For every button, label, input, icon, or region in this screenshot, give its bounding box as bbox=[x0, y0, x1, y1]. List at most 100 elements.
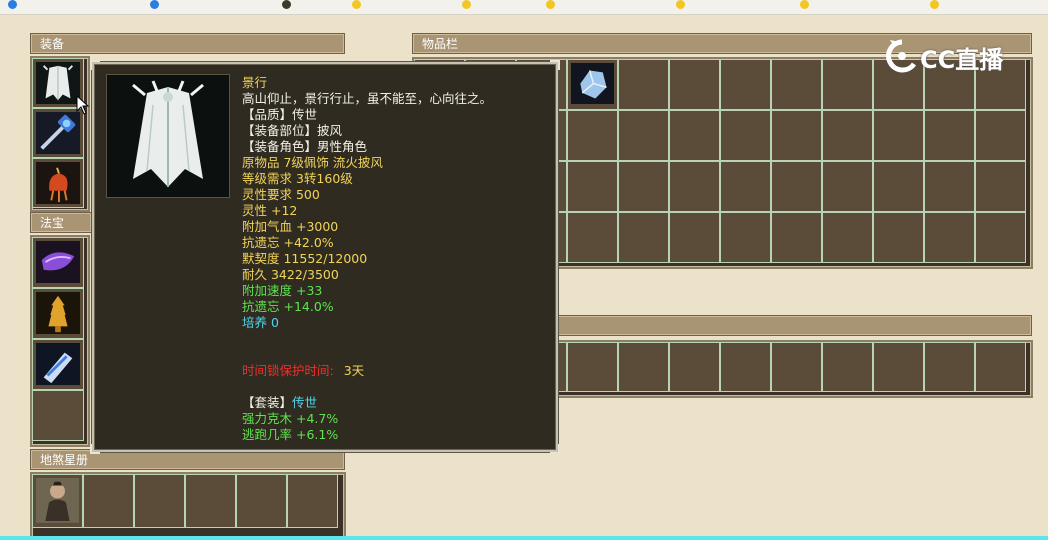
inventory-slot[interactable] bbox=[924, 212, 975, 263]
fabao-slot[interactable] bbox=[32, 237, 84, 288]
storage-slot[interactable] bbox=[720, 342, 771, 392]
inventory-slot[interactable] bbox=[618, 59, 669, 110]
disha-slot-empty[interactable] bbox=[287, 474, 338, 528]
inventory-slot[interactable] bbox=[669, 110, 720, 161]
tower-icon bbox=[36, 292, 80, 335]
time-lock: 时间锁保护时间: 3天 bbox=[242, 363, 552, 379]
inventory-slot[interactable] bbox=[975, 161, 1026, 212]
bookmark-item[interactable] bbox=[282, 0, 293, 14]
bookmark-item[interactable] bbox=[150, 0, 161, 14]
storage-slot[interactable] bbox=[771, 342, 822, 392]
inventory-slot[interactable] bbox=[873, 110, 924, 161]
inventory-slot[interactable] bbox=[567, 161, 618, 212]
disha-slot-empty[interactable] bbox=[236, 474, 287, 528]
bookmark-item[interactable] bbox=[800, 0, 811, 14]
fabao-slot[interactable] bbox=[32, 288, 84, 339]
inventory-slot[interactable] bbox=[669, 161, 720, 212]
item-slot: 【装备部位】披风 bbox=[242, 123, 343, 138]
site-icon bbox=[150, 0, 159, 9]
storage-slot[interactable] bbox=[822, 342, 873, 392]
suit-label: 【套装】 bbox=[242, 395, 293, 410]
inventory-slot[interactable] bbox=[618, 212, 669, 263]
inventory-slot[interactable] bbox=[924, 110, 975, 161]
inventory-slot[interactable] bbox=[720, 59, 771, 110]
bookmark-item[interactable] bbox=[352, 0, 363, 14]
folder-icon bbox=[352, 0, 361, 9]
folder-icon bbox=[800, 0, 809, 9]
storage-slot[interactable] bbox=[669, 342, 720, 392]
inventory-slot[interactable] bbox=[975, 110, 1026, 161]
fabao-slot-empty[interactable] bbox=[32, 390, 84, 441]
inventory-slot[interactable] bbox=[822, 212, 873, 263]
inventory-slot[interactable] bbox=[771, 59, 822, 110]
inventory-slot[interactable] bbox=[618, 110, 669, 161]
equip-slot-accessory[interactable] bbox=[32, 158, 84, 208]
folder-icon bbox=[462, 0, 471, 9]
inventory-slot[interactable] bbox=[720, 110, 771, 161]
disha-grid bbox=[30, 472, 346, 540]
inventory-slot[interactable] bbox=[618, 161, 669, 212]
fabao-grid bbox=[30, 235, 90, 447]
tooltip-corner bbox=[90, 444, 100, 454]
storage-slot[interactable] bbox=[618, 342, 669, 392]
inventory-slot[interactable] bbox=[924, 161, 975, 212]
site-icon bbox=[282, 0, 291, 9]
folder-icon bbox=[930, 0, 939, 9]
item-level-req: 等级需求 3转160级 bbox=[242, 171, 353, 186]
storage-slot[interactable] bbox=[873, 342, 924, 392]
hammer-icon bbox=[36, 112, 80, 155]
tooltip-text: 景行 高山仰止，景行行止，虽不能至，心向往之。 【品质】传世 【装备部位】披风 … bbox=[242, 75, 552, 443]
inventory-slot[interactable] bbox=[720, 161, 771, 212]
equip-panel-title: 装备 bbox=[30, 33, 345, 54]
inventory-slot[interactable] bbox=[771, 161, 822, 212]
inventory-slot[interactable] bbox=[822, 59, 873, 110]
bookmark-item[interactable] bbox=[8, 0, 19, 14]
inventory-slot[interactable] bbox=[771, 110, 822, 161]
stat-naijiu: 耐久 3422/3500 bbox=[242, 267, 339, 282]
scroll-icon bbox=[36, 241, 80, 284]
stat-moqi: 默契度 11552/12000 bbox=[242, 251, 368, 266]
inventory-slot[interactable] bbox=[669, 59, 720, 110]
bookmark-item[interactable] bbox=[930, 0, 941, 14]
storage-slot[interactable] bbox=[975, 342, 1026, 392]
stat-speed: 附加速度 +33 bbox=[242, 283, 323, 298]
disha-slot[interactable] bbox=[32, 474, 83, 528]
item-description: 高山仰止，景行行止，虽不能至，心向往之。 bbox=[242, 91, 493, 106]
bookmark-item[interactable] bbox=[546, 0, 557, 14]
disha-slot-empty[interactable] bbox=[83, 474, 134, 528]
inventory-slot[interactable] bbox=[822, 110, 873, 161]
bottom-bar bbox=[0, 536, 1048, 540]
suit-attr-2: 逃跑几率 +6.1% bbox=[242, 427, 339, 442]
mouse-cursor-icon bbox=[76, 95, 90, 115]
inventory-slot[interactable] bbox=[669, 212, 720, 263]
inventory-slot[interactable] bbox=[975, 212, 1026, 263]
inventory-slot[interactable] bbox=[873, 212, 924, 263]
fabao-slot[interactable] bbox=[32, 339, 84, 390]
equip-slot-weapon[interactable] bbox=[32, 108, 84, 158]
inventory-slot[interactable] bbox=[567, 59, 618, 110]
crystal-icon bbox=[571, 63, 614, 105]
stat-kang-yiwang-2: 抗遗忘 +14.0% bbox=[242, 299, 334, 314]
time-lock-label: 时间锁保护时间: bbox=[242, 363, 334, 378]
bookmark-item[interactable] bbox=[676, 0, 687, 14]
inventory-slot[interactable] bbox=[822, 161, 873, 212]
inventory-slot[interactable] bbox=[771, 212, 822, 263]
item-lingxing-req: 灵性要求 500 bbox=[242, 187, 320, 202]
disha-slot-empty[interactable] bbox=[134, 474, 185, 528]
bookmark-item[interactable] bbox=[462, 0, 473, 14]
inventory-slot[interactable] bbox=[873, 161, 924, 212]
suit-attr-1: 强力克木 +4.7% bbox=[242, 411, 339, 426]
storage-slot[interactable] bbox=[567, 342, 618, 392]
cc-live-watermark: CC直播 bbox=[880, 36, 1020, 76]
inventory-slot[interactable] bbox=[720, 212, 771, 263]
inventory-slot[interactable] bbox=[567, 110, 618, 161]
fabao-panel-title: 法宝 bbox=[30, 212, 92, 233]
storage-slot[interactable] bbox=[924, 342, 975, 392]
item-origin: 原物品 7级佩饰 流火披风 bbox=[242, 155, 383, 170]
watermark-text: CC直播 bbox=[920, 46, 1004, 74]
inventory-slot[interactable] bbox=[567, 212, 618, 263]
disha-slot-empty[interactable] bbox=[185, 474, 236, 528]
site-icon bbox=[8, 0, 17, 9]
